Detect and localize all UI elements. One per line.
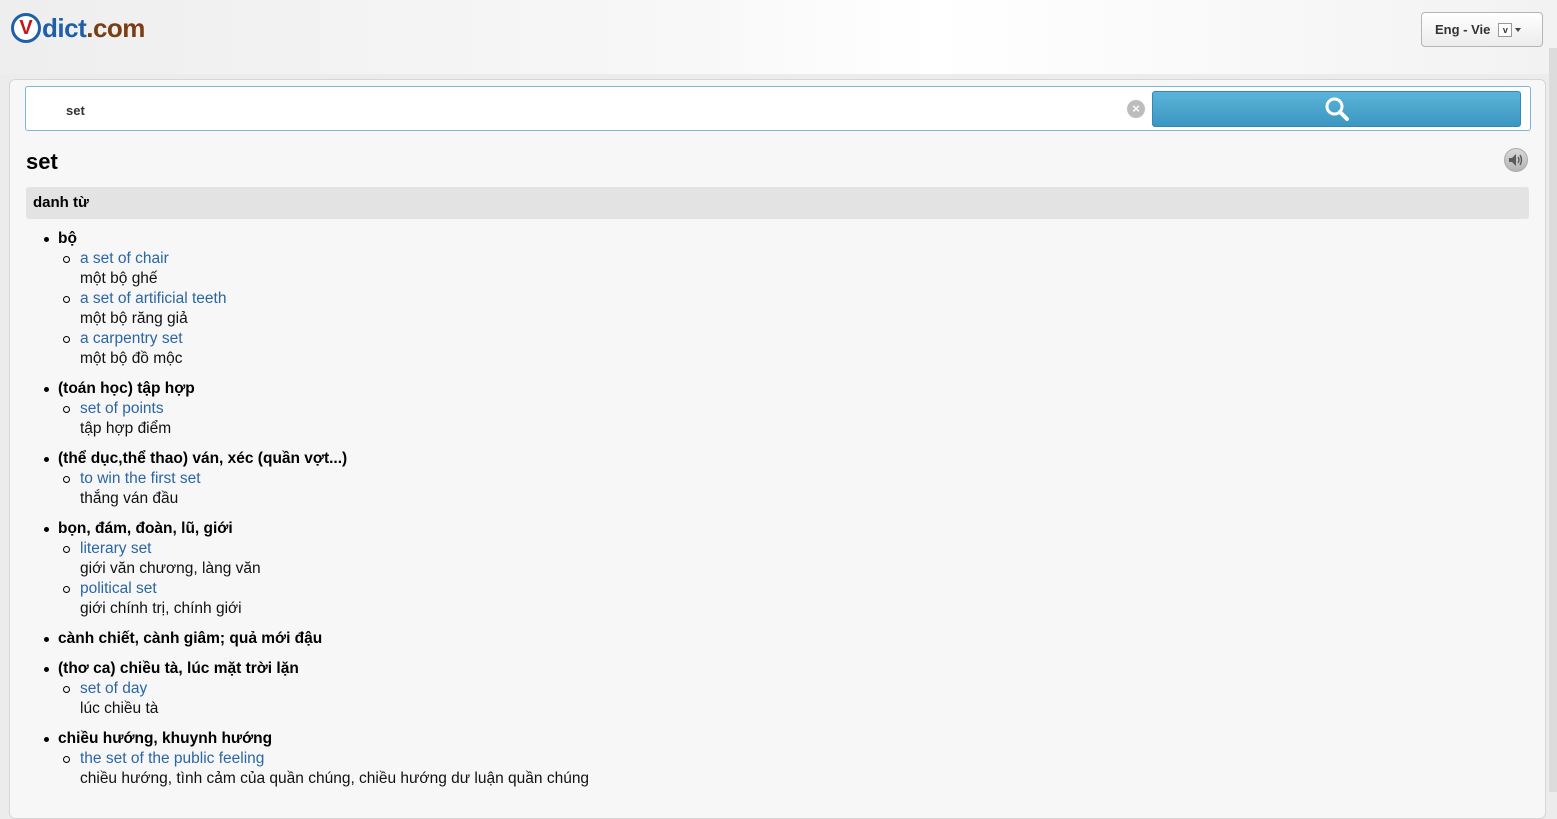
sense-label: (thơ ca) chiều tà, lúc mặt trời lặn <box>58 660 299 677</box>
pronunciation-button[interactable] <box>1504 148 1528 172</box>
example-english-link[interactable]: to win the first set <box>80 469 1526 489</box>
speaker-icon <box>1509 154 1523 166</box>
example-list: to win the first set thắng ván đầu <box>58 469 1526 509</box>
sense-label: bộ <box>58 230 77 247</box>
sense-label: (toán học) tập hợp <box>58 380 195 397</box>
example-english-link[interactable]: literary set <box>80 539 1526 559</box>
top-bar: V dict .com Eng - Vie v <box>0 0 1557 74</box>
search-box: × <box>25 86 1531 131</box>
example-vietnamese-translation: một bộ ghế <box>80 270 158 287</box>
search-icon <box>1325 97 1349 121</box>
sense-label: cành chiết, cành giâm; quả mới đậu <box>58 630 323 647</box>
example-vietnamese-translation: thắng ván đầu <box>80 490 179 507</box>
headword-title: set <box>26 149 58 174</box>
example-item: the set of the public feeling chiều hướng… <box>58 749 1526 789</box>
example-english-link[interactable]: set of points <box>80 399 1526 419</box>
dictionary-panel: × set danh từ bộa set of chairmột bộ ghế… <box>9 79 1546 819</box>
example-vietnamese-translation: giới chính trị, chính giới <box>80 600 242 617</box>
sense-item: cành chiết, cành giâm; quả mới đậu <box>26 629 1526 649</box>
example-item: set of day lúc chiều tà <box>58 679 1526 719</box>
language-mini-box: v <box>1498 22 1513 37</box>
clear-search-button[interactable]: × <box>1127 100 1145 118</box>
search-button[interactable] <box>1152 91 1521 127</box>
example-list: set of day lúc chiều tà <box>58 679 1526 719</box>
example-english-link[interactable]: a set of artificial teeth <box>80 289 1526 309</box>
close-icon: × <box>1132 101 1140 116</box>
sense-item: bọn, đám, đoàn, lũ, giới literary set giới… <box>26 519 1526 619</box>
search-input[interactable] <box>64 97 1118 123</box>
example-english-link[interactable]: a carpentry set <box>80 329 1526 349</box>
sense-item: bộ a set of chair một bộ ghế a set of artif… <box>26 229 1526 369</box>
example-english-link[interactable]: political set <box>80 579 1526 599</box>
example-vietnamese-translation: lúc chiều tà <box>80 700 159 717</box>
sense-label: (thể dục,thể thao) ván, xéc (quần vợt...… <box>58 450 348 467</box>
example-list: literary set giới văn chương, làng văn pol… <box>58 539 1526 619</box>
example-vietnamese-translation: giới văn chương, làng văn <box>80 560 261 577</box>
example-vietnamese-translation: chiều hướng, tình cảm của quần chúng, ch… <box>80 770 590 787</box>
example-item: set of points tập hợp điểm <box>58 399 1526 439</box>
example-item: a set of chair một bộ ghế <box>58 249 1526 289</box>
vdict-logo[interactable]: V dict .com <box>11 10 145 46</box>
example-item: literary set giới văn chương, làng văn <box>58 539 1526 579</box>
example-list: set of points tập hợp điểm <box>58 399 1526 439</box>
sense-item: (toán học) tập hợp set of points tập hợp đ… <box>26 379 1526 439</box>
sense-item: chiều hướng, khuynh hướng the set of the … <box>26 729 1526 789</box>
example-vietnamese-translation: một bộ đồ mộc <box>80 350 183 367</box>
example-english-link[interactable]: a set of chair <box>80 249 1526 269</box>
example-vietnamese-translation: tập hợp điểm <box>80 420 172 437</box>
sense-label: bọn, đám, đoàn, lũ, giới <box>58 520 233 537</box>
language-selector[interactable]: Eng - Vie v <box>1421 12 1543 47</box>
sense-item: (thơ ca) chiều tà, lúc mặt trời lặn set o… <box>26 659 1526 719</box>
example-english-link[interactable]: the set of the public feeling <box>80 749 1526 769</box>
definition-list: bộ a set of chair một bộ ghế a set of artif… <box>26 229 1526 799</box>
logo-badge: V <box>11 13 41 43</box>
logo-text-dict: dict <box>42 12 87 43</box>
example-list: the set of the public feeling chiều hướng… <box>58 749 1526 789</box>
chevron-down-icon <box>1515 27 1522 32</box>
example-vietnamese-translation: một bộ răng giả <box>80 310 188 327</box>
example-list: a set of chair một bộ ghế a set of artific… <box>58 249 1526 369</box>
example-item: a set of artificial teeth một bộ răng giả <box>58 289 1526 329</box>
sense-item: (thể dục,thể thao) ván, xéc (quần vợt...… <box>26 449 1526 509</box>
language-selector-label: Eng - Vie <box>1435 22 1491 37</box>
example-item: political set giới chính trị, chính giới <box>58 579 1526 619</box>
example-english-link[interactable]: set of day <box>80 679 1526 699</box>
logo-letter: V <box>19 17 33 39</box>
page-scrollbar[interactable] <box>1549 48 1557 792</box>
example-item: a carpentry set một bộ đồ mộc <box>58 329 1526 369</box>
logo-text-com: .com <box>86 12 145 43</box>
example-item: to win the first set thắng ván đầu <box>58 469 1526 509</box>
part-of-speech-header: danh từ <box>26 187 1529 219</box>
sense-label: chiều hướng, khuynh hướng <box>58 730 273 747</box>
